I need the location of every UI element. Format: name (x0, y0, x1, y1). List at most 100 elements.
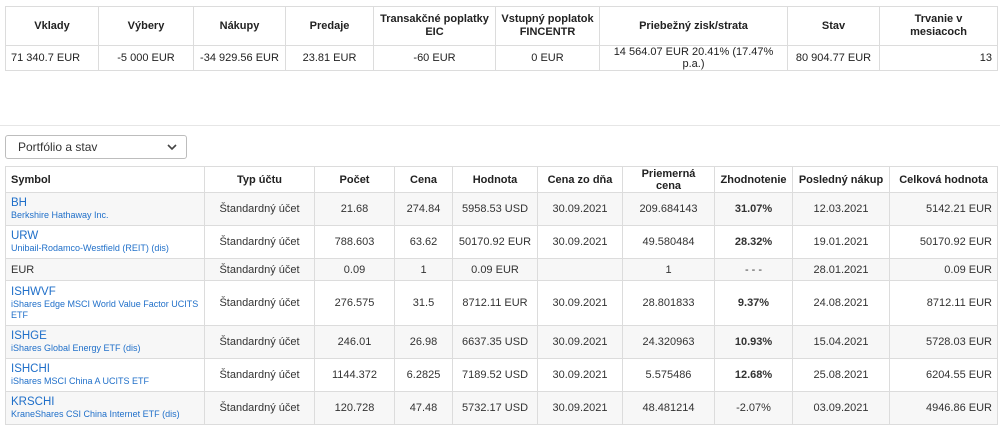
price-date-cell: 30.09.2021 (537, 192, 623, 226)
symbol-fund-name-link[interactable]: Unibail-Rodamco-Westfield (REIT) (dis) (11, 243, 199, 254)
table-row[interactable]: KRSCHI KraneShares CSI China Internet ETF… (5, 391, 998, 425)
summary-table: Vklady Výbery Nákupy Predaje Transakčné popl… (5, 6, 998, 71)
total-value-cell: 50170.92 EUR (889, 225, 998, 259)
portfolio-header-cell[interactable]: Cena zo dňa (537, 166, 623, 193)
last-buy-cell: 15.04.2021 (792, 325, 890, 359)
count-cell: 246.01 (314, 325, 395, 359)
summary-header-cell: Transakčné poplatky EIC (373, 6, 496, 46)
portfolio-table: Symbol Typ účtu Počet Cena Hodnota Cena zo dň… (5, 166, 998, 425)
table-row[interactable]: URW Unibail-Rodamco-Westfield (REIT) (dis… (5, 225, 998, 259)
symbol-cell: BH Berkshire Hathaway Inc. (5, 192, 205, 226)
account-type-cell: Štandardný účet (204, 358, 315, 392)
summary-value-cell: 71 340.7 EUR (5, 45, 99, 71)
portfolio-header-cell[interactable]: Hodnota (452, 166, 538, 193)
last-buy-cell: 12.03.2021 (792, 192, 890, 226)
price-date-cell: 30.09.2021 (537, 325, 623, 359)
symbol-plain-text: EUR (11, 263, 35, 276)
symbol-ticker-link[interactable]: ISHCHI (11, 363, 199, 376)
summary-value-cell: 13 (879, 45, 998, 71)
symbol-cell: URW Unibail-Rodamco-Westfield (REIT) (dis… (5, 225, 205, 259)
portfolio-header-cell[interactable]: Zhodnotenie (714, 166, 793, 193)
symbol-fund-name-link[interactable]: iShares Edge MSCI World Value Factor UCI… (11, 299, 199, 321)
symbol-fund-name-link[interactable]: Berkshire Hathaway Inc. (11, 210, 199, 221)
value-cell: 0.09 EUR (452, 258, 538, 281)
account-type-cell: Štandardný účet (204, 192, 315, 226)
symbol-fund-name-link[interactable]: iShares MSCI China A UCITS ETF (11, 376, 199, 387)
gain-cell: 12.68% (714, 358, 793, 392)
total-value-cell: 4946.86 EUR (889, 391, 998, 425)
account-type-cell: Štandardný účet (204, 325, 315, 359)
price-cell: 1 (394, 258, 453, 281)
portfolio-header-cell[interactable]: Symbol (5, 166, 205, 193)
table-row[interactable]: BH Berkshire Hathaway Inc. Štandardný účet… (5, 192, 998, 226)
portfolio-header-cell[interactable]: Typ účtu (204, 166, 315, 193)
gain-cell: - - - (714, 258, 793, 281)
summary-header-cell: Priebežný zisk/strata (599, 6, 788, 46)
summary-value-cell: 80 904.77 EUR (787, 45, 880, 71)
value-cell: 8712.11 EUR (452, 280, 538, 326)
symbol-cell: KRSCHI KraneShares CSI China Internet ETF… (5, 391, 205, 425)
portfolio-header-cell[interactable]: Počet (314, 166, 395, 193)
last-buy-cell: 28.01.2021 (792, 258, 890, 281)
average-price-cell: 28.801833 (622, 280, 715, 326)
count-cell: 120.728 (314, 391, 395, 425)
view-select-label: Portfólio a stav (18, 140, 98, 154)
portfolio-header-cell[interactable]: Priemerná cena (622, 166, 715, 193)
account-type-cell: Štandardný účet (204, 225, 315, 259)
price-date-cell: 30.09.2021 (537, 391, 623, 425)
average-price-cell: 49.580484 (622, 225, 715, 259)
value-cell: 5958.53 USD (452, 192, 538, 226)
summary-value-cell: 0 EUR (495, 45, 600, 71)
gain-cell: 10.93% (714, 325, 793, 359)
total-value-cell: 5142.21 EUR (889, 192, 998, 226)
summary-header-cell: Nákupy (193, 6, 286, 46)
portfolio-header-cell[interactable]: Posledný nákup (792, 166, 890, 193)
average-price-cell: 5.575486 (622, 358, 715, 392)
price-cell: 6.2825 (394, 358, 453, 392)
symbol-ticker-link[interactable]: ISHGE (11, 330, 199, 343)
symbol-cell: ISHWVF iShares Edge MSCI World Value Fact… (5, 280, 205, 326)
account-type-cell: Štandardný účet (204, 391, 315, 425)
price-date-cell: 30.09.2021 (537, 225, 623, 259)
price-date-cell: 30.09.2021 (537, 358, 623, 392)
portfolio-header-cell[interactable]: Cena (394, 166, 453, 193)
value-cell: 6637.35 USD (452, 325, 538, 359)
table-row[interactable]: ISHCHI iShares MSCI China A UCITS ETF Štan… (5, 358, 998, 392)
value-cell: 50170.92 EUR (452, 225, 538, 259)
portfolio-header-cell[interactable]: Celková hodnota (889, 166, 998, 193)
chevron-down-icon (167, 144, 177, 151)
count-cell: 1144.372 (314, 358, 395, 392)
symbol-ticker-link[interactable]: ISHWVF (11, 286, 199, 299)
symbol-cell: ISHGE iShares Global Energy ETF (dis) (5, 325, 205, 359)
average-price-cell: 209.684143 (622, 192, 715, 226)
price-cell: 26.98 (394, 325, 453, 359)
last-buy-cell: 24.08.2021 (792, 280, 890, 326)
summary-value-cell: -60 EUR (373, 45, 496, 71)
last-buy-cell: 19.01.2021 (792, 225, 890, 259)
total-value-cell: 8712.11 EUR (889, 280, 998, 326)
average-price-cell: 24.320963 (622, 325, 715, 359)
table-row[interactable]: ISHGE iShares Global Energy ETF (dis) Štan… (5, 325, 998, 359)
symbol-cell: ISHCHI iShares MSCI China A UCITS ETF (5, 358, 205, 392)
summary-value-cell: -5 000 EUR (98, 45, 194, 71)
summary-value-cell: -34 929.56 EUR (193, 45, 286, 71)
account-type-cell: Štandardný účet (204, 280, 315, 326)
summary-header-cell: Trvanie v mesiacoch (879, 6, 998, 46)
symbol-ticker-link[interactable]: KRSCHI (11, 396, 199, 409)
value-cell: 7189.52 USD (452, 358, 538, 392)
price-date-cell (537, 258, 623, 281)
view-select-dropdown[interactable]: Portfólio a stav (5, 135, 187, 159)
price-cell: 47.48 (394, 391, 453, 425)
table-row[interactable]: ISHWVF iShares Edge MSCI World Value Fact… (5, 280, 998, 326)
average-price-cell: 48.481214 (622, 391, 715, 425)
gain-cell: -2.07% (714, 391, 793, 425)
symbol-ticker-link[interactable]: URW (11, 230, 199, 243)
symbol-fund-name-link[interactable]: iShares Global Energy ETF (dis) (11, 343, 199, 354)
symbol-fund-name-link[interactable]: KraneShares CSI China Internet ETF (dis) (11, 409, 199, 420)
symbol-ticker-link[interactable]: BH (11, 197, 199, 210)
price-cell: 63.62 (394, 225, 453, 259)
table-row[interactable]: EUR Štandardný účet 0.09 1 0.09 EUR 1- - -28.… (5, 258, 998, 281)
summary-value-cell: 14 564.07 EUR 20.41% (17.47% p.a.) (599, 45, 788, 71)
summary-header-cell: Predaje (285, 6, 374, 46)
summary-value-cell: 23.81 EUR (285, 45, 374, 71)
